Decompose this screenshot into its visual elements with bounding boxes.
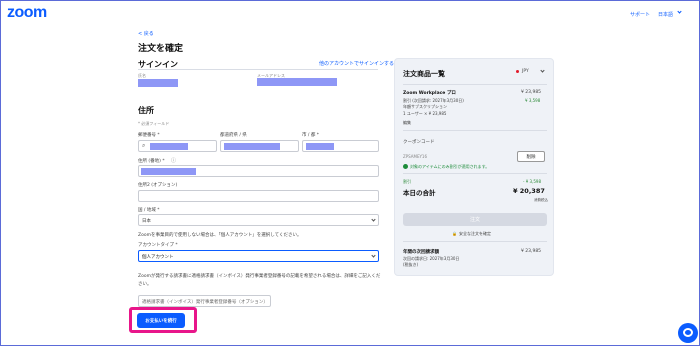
chevron-down-icon[interactable] — [677, 9, 682, 14]
chevron-down-icon — [371, 217, 376, 222]
order-summary-panel: 注文商品一覧 JPY Zoom Workplace プロ ¥ 23,985 割引… — [394, 58, 554, 276]
postal-value — [150, 143, 188, 150]
account-type-label: アカウントタイプ * — [138, 243, 178, 248]
required-note: * 必須フィールド — [138, 121, 170, 126]
invoice-input[interactable]: 適格請求書（インボイス）発行事業者登録番号（オプション） — [138, 295, 271, 307]
divider — [403, 84, 547, 85]
invoice-note: Zoomが発行する請求書に適格請求書（インボイス）発行事業者登録番号の記載を希望… — [138, 274, 381, 287]
top-bar: zoom サポート 日本語 — [1, 1, 699, 27]
city-value — [306, 143, 334, 150]
support-link[interactable]: サポート — [630, 11, 650, 18]
email-value — [257, 78, 337, 86]
coupon-remove-button[interactable]: 削除 — [517, 151, 545, 162]
billing-type: 年額サブスクリプション — [403, 104, 447, 109]
divider — [403, 130, 547, 131]
discount-label: 割引 — [403, 179, 411, 184]
country-label: 国 / 地域 * — [138, 208, 160, 213]
next-bill-value: ¥ 23,985 — [521, 249, 542, 254]
account-type-select[interactable]: 個人アカウント — [138, 250, 379, 262]
summary-title: 注文商品一覧 — [403, 70, 445, 78]
check-circle-icon — [403, 164, 408, 169]
coupon-code: ZPSAMEY16 — [403, 154, 428, 159]
invoice-placeholder: 適格請求書（インボイス）発行事業者登録番号（オプション） — [142, 300, 268, 305]
address1-input[interactable] — [138, 165, 379, 177]
country-select[interactable]: 日本 — [138, 214, 379, 226]
business-note: Zoomを事業目的で使用しない場合は、「個人アカウント」を選択してください。 — [138, 233, 302, 238]
country-value: 日本 — [142, 219, 151, 224]
address2-input[interactable] — [138, 190, 379, 202]
divider — [403, 241, 547, 242]
other-account-link[interactable]: 他のアカウントでサインインする — [319, 60, 394, 67]
licenses: 1 ユーザー × ¥ 23,985 — [403, 111, 447, 116]
coupon-label: クーポンコード — [403, 140, 435, 145]
zoom-logo[interactable]: zoom — [7, 4, 47, 22]
city-label: 市 / 都 * — [302, 133, 320, 138]
address-title: 住所 — [138, 106, 154, 115]
back-link[interactable]: < 戻る — [138, 30, 154, 37]
edit-link[interactable]: 編集 — [403, 120, 411, 126]
secure-note: 安全な注文を確定 — [459, 231, 491, 236]
address1-label: 住所 (番地) * — [138, 159, 165, 164]
currency-selector[interactable]: JPY — [522, 69, 529, 74]
coupon-applied-note: 対象のアイテムにのみ割引が適用されます。 — [410, 164, 490, 169]
chevron-down-icon — [371, 253, 376, 258]
tax-note: 消費税込 — [534, 198, 548, 202]
prefecture-value — [224, 143, 280, 150]
language-selector[interactable]: 日本語 — [658, 11, 673, 18]
prefecture-input[interactable] — [220, 140, 299, 152]
city-input[interactable] — [302, 140, 379, 152]
order-button[interactable]: 注文 — [403, 213, 547, 226]
prefecture-label: 都道府県 / 県 — [220, 133, 247, 138]
product-price: ¥ 23,985 — [521, 90, 542, 95]
next-bill-tax: (税抜き) — [403, 262, 419, 267]
product-name: Zoom Workplace プロ — [403, 91, 456, 96]
chat-icon — [683, 328, 693, 337]
page-title: 注文を確定 — [138, 44, 184, 54]
info-icon[interactable]: ⓘ — [171, 157, 176, 164]
address2-label: 住所2 (オプション) — [138, 183, 178, 188]
address1-value — [141, 168, 196, 175]
name-value — [138, 79, 178, 87]
search-icon: ⌕ — [142, 142, 146, 149]
postal-input[interactable]: ⌕ — [138, 140, 217, 152]
lock-icon: 🔒 — [452, 231, 457, 236]
total-label: 本日の合計 — [403, 189, 436, 197]
total-value: ¥ 20,387 — [513, 187, 545, 195]
jp-flag-icon — [516, 70, 519, 73]
continue-payment-button[interactable]: お支払いを続行 — [137, 313, 185, 328]
divider — [403, 173, 547, 174]
period-price: ¥ 3,598 — [525, 98, 541, 103]
discount-value: - ¥ 3,598 — [523, 179, 541, 184]
postal-label: 郵便番号 * — [138, 133, 160, 138]
divider — [138, 69, 378, 70]
next-bill-label: 年間の次回請求額 — [403, 250, 439, 255]
account-type-value: 個人アカウント — [142, 255, 174, 260]
chevron-down-icon[interactable] — [540, 68, 545, 73]
chat-button[interactable] — [678, 323, 698, 343]
